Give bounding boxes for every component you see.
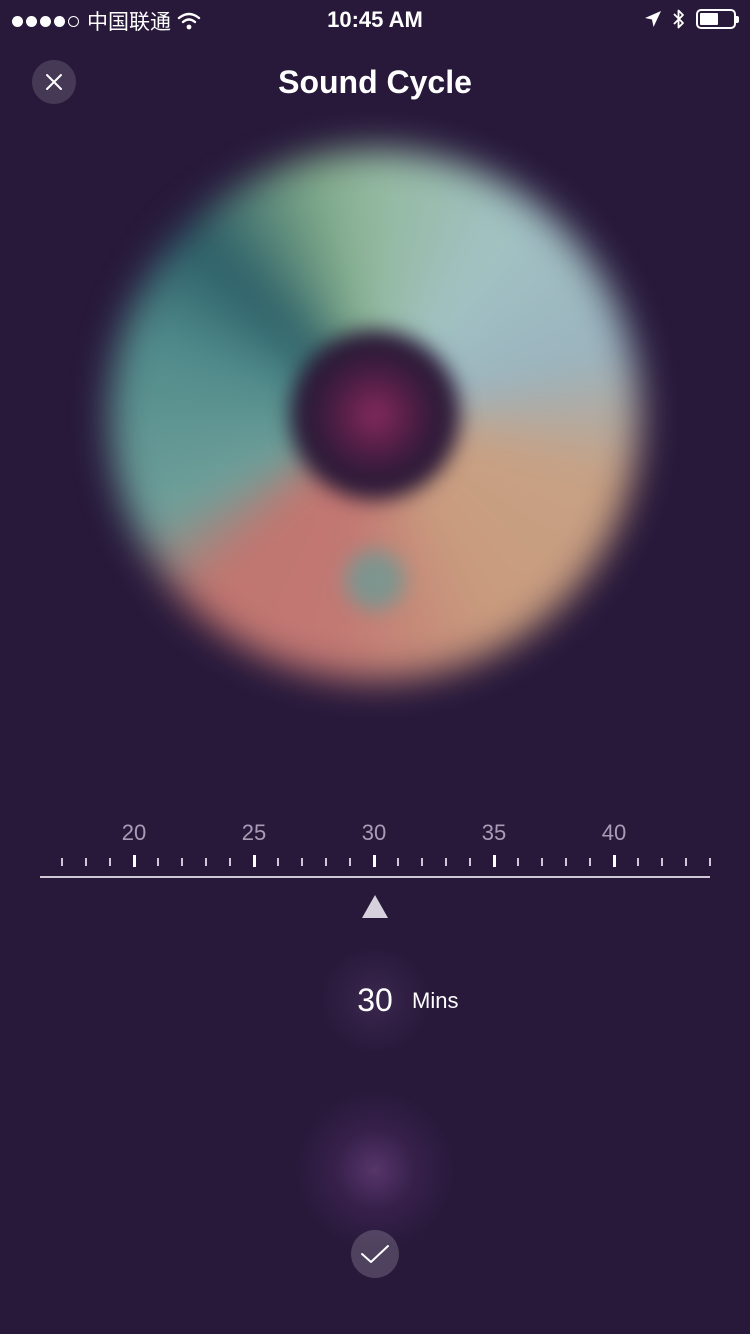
ruler-label: 30 <box>361 820 387 845</box>
ruler-tick <box>589 858 591 866</box>
ruler-tick <box>709 858 711 866</box>
battery-icon <box>696 9 739 29</box>
ruler-tick <box>492 855 496 867</box>
location-arrow-icon <box>645 11 661 27</box>
sound-cycle-screen: 中国联通 10:45 AM Sound Cycle 20 25 30 35 40… <box>0 0 750 1334</box>
battery-level <box>700 13 718 25</box>
page-title: Sound Cycle <box>278 64 472 100</box>
ruler-tick <box>517 858 519 866</box>
ruler-tick <box>109 858 111 866</box>
ruler-label: 35 <box>481 820 507 845</box>
ruler-tick <box>252 855 256 867</box>
ruler-tick <box>612 855 616 867</box>
ruler-baseline <box>40 876 710 878</box>
ruler-tick <box>205 858 207 866</box>
artwork-dot <box>345 550 405 610</box>
ruler-tick <box>61 858 63 866</box>
ruler-tick <box>541 858 543 866</box>
confirm-glow <box>295 1090 455 1250</box>
duration-unit: Mins <box>412 988 459 1013</box>
ruler-tick <box>301 858 303 866</box>
ruler-label: 20 <box>121 820 147 845</box>
ruler-tick <box>277 858 279 866</box>
status-right <box>644 8 739 30</box>
bluetooth-icon <box>673 9 684 29</box>
ruler-tick <box>565 858 567 866</box>
ruler-tick <box>181 858 183 866</box>
ruler-tick <box>445 858 447 866</box>
ruler-pointer-icon <box>362 895 388 918</box>
checkmark-icon <box>361 1245 389 1263</box>
ruler-tick <box>349 858 351 866</box>
ruler-tick <box>685 858 687 866</box>
ruler-tick <box>229 858 231 866</box>
status-time: 10:45 AM <box>327 7 423 32</box>
ruler-tick <box>325 858 327 866</box>
status-bar: 中国联通 10:45 AM <box>0 0 750 40</box>
ruler-tick <box>661 858 663 866</box>
ruler-tick <box>469 858 471 866</box>
ruler-tick <box>132 855 136 867</box>
ruler-tick <box>85 858 87 866</box>
ruler-tick <box>637 858 639 866</box>
ruler-tick <box>157 858 159 866</box>
confirm-button[interactable] <box>351 1230 399 1278</box>
ruler-label: 40 <box>601 820 627 845</box>
artwork-center <box>290 330 460 500</box>
ruler-tick <box>397 858 399 866</box>
ruler-label: 25 <box>241 820 267 845</box>
ruler-tick <box>372 855 376 867</box>
ruler-tick <box>421 858 423 866</box>
duration-ruler[interactable]: 20 25 30 35 40 <box>40 810 711 880</box>
selected-duration-value: 30 <box>357 982 393 1018</box>
